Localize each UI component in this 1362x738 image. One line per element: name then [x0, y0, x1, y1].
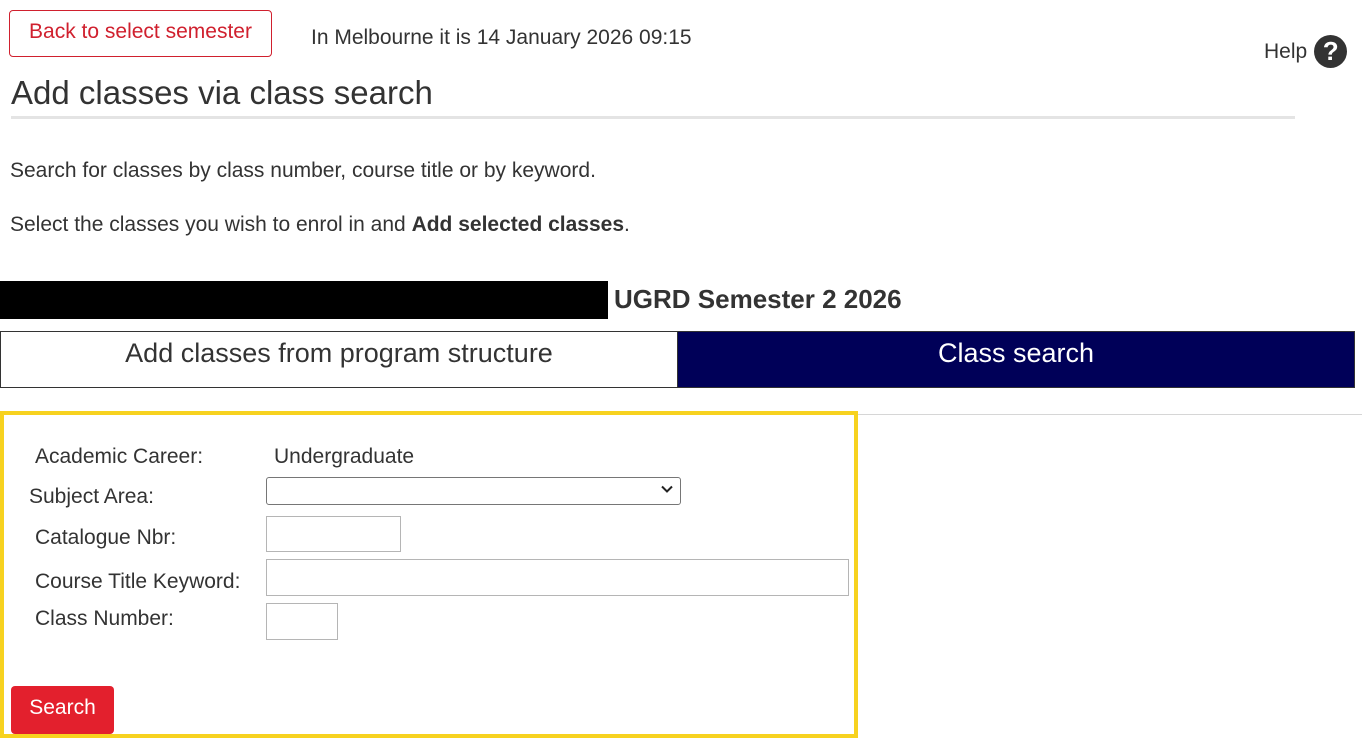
enrolment-tabs: Add classes from program structure Class… [0, 331, 1355, 388]
term-label: UGRD Semester 2 2026 [614, 284, 902, 314]
title-divider [11, 116, 1295, 119]
instruction-text-2: Select the classes you wish to enrol in … [10, 213, 630, 237]
academic-career-value: Undergraduate [274, 445, 415, 468]
search-button[interactable]: Search [11, 686, 114, 734]
page: Back to select semester In Melbourne it … [0, 0, 1362, 738]
page-title: Add classes via class search [11, 74, 433, 111]
tab-class-search[interactable]: Class search [678, 332, 1354, 387]
question-mark-icon[interactable]: ? [1314, 35, 1348, 68]
instruction-text-1: Search for classes by class number, cour… [10, 159, 596, 182]
subject-area-label: Subject Area: [29, 485, 154, 508]
redacted-block [0, 281, 608, 319]
course-title-keyword-input[interactable] [266, 559, 849, 596]
catalogue-nbr-label: Catalogue Nbr: [35, 526, 177, 549]
academic-career-label: Academic Career: [35, 445, 204, 468]
tab-add-from-program-structure[interactable]: Add classes from program structure [1, 332, 678, 387]
back-to-select-semester-button[interactable]: Back to select semester [9, 10, 272, 57]
course-title-keyword-label: Course Title Keyword: [35, 570, 241, 593]
class-number-label: Class Number: [35, 607, 174, 630]
help-link[interactable]: Help ? [1264, 35, 1348, 68]
instruction-2-prefix: Select the classes you wish to enrol in … [10, 213, 412, 236]
help-label: Help [1264, 39, 1308, 63]
subject-area-select[interactable] [266, 477, 681, 505]
class-number-input[interactable] [266, 603, 338, 640]
chevron-down-icon [661, 485, 673, 493]
melbourne-clock-text: In Melbourne it is 14 January 2026 09:15 [311, 26, 692, 49]
instruction-2-bold: Add selected classes [411, 213, 625, 236]
catalogue-nbr-input[interactable] [266, 516, 401, 552]
instruction-2-suffix: . [624, 213, 630, 236]
